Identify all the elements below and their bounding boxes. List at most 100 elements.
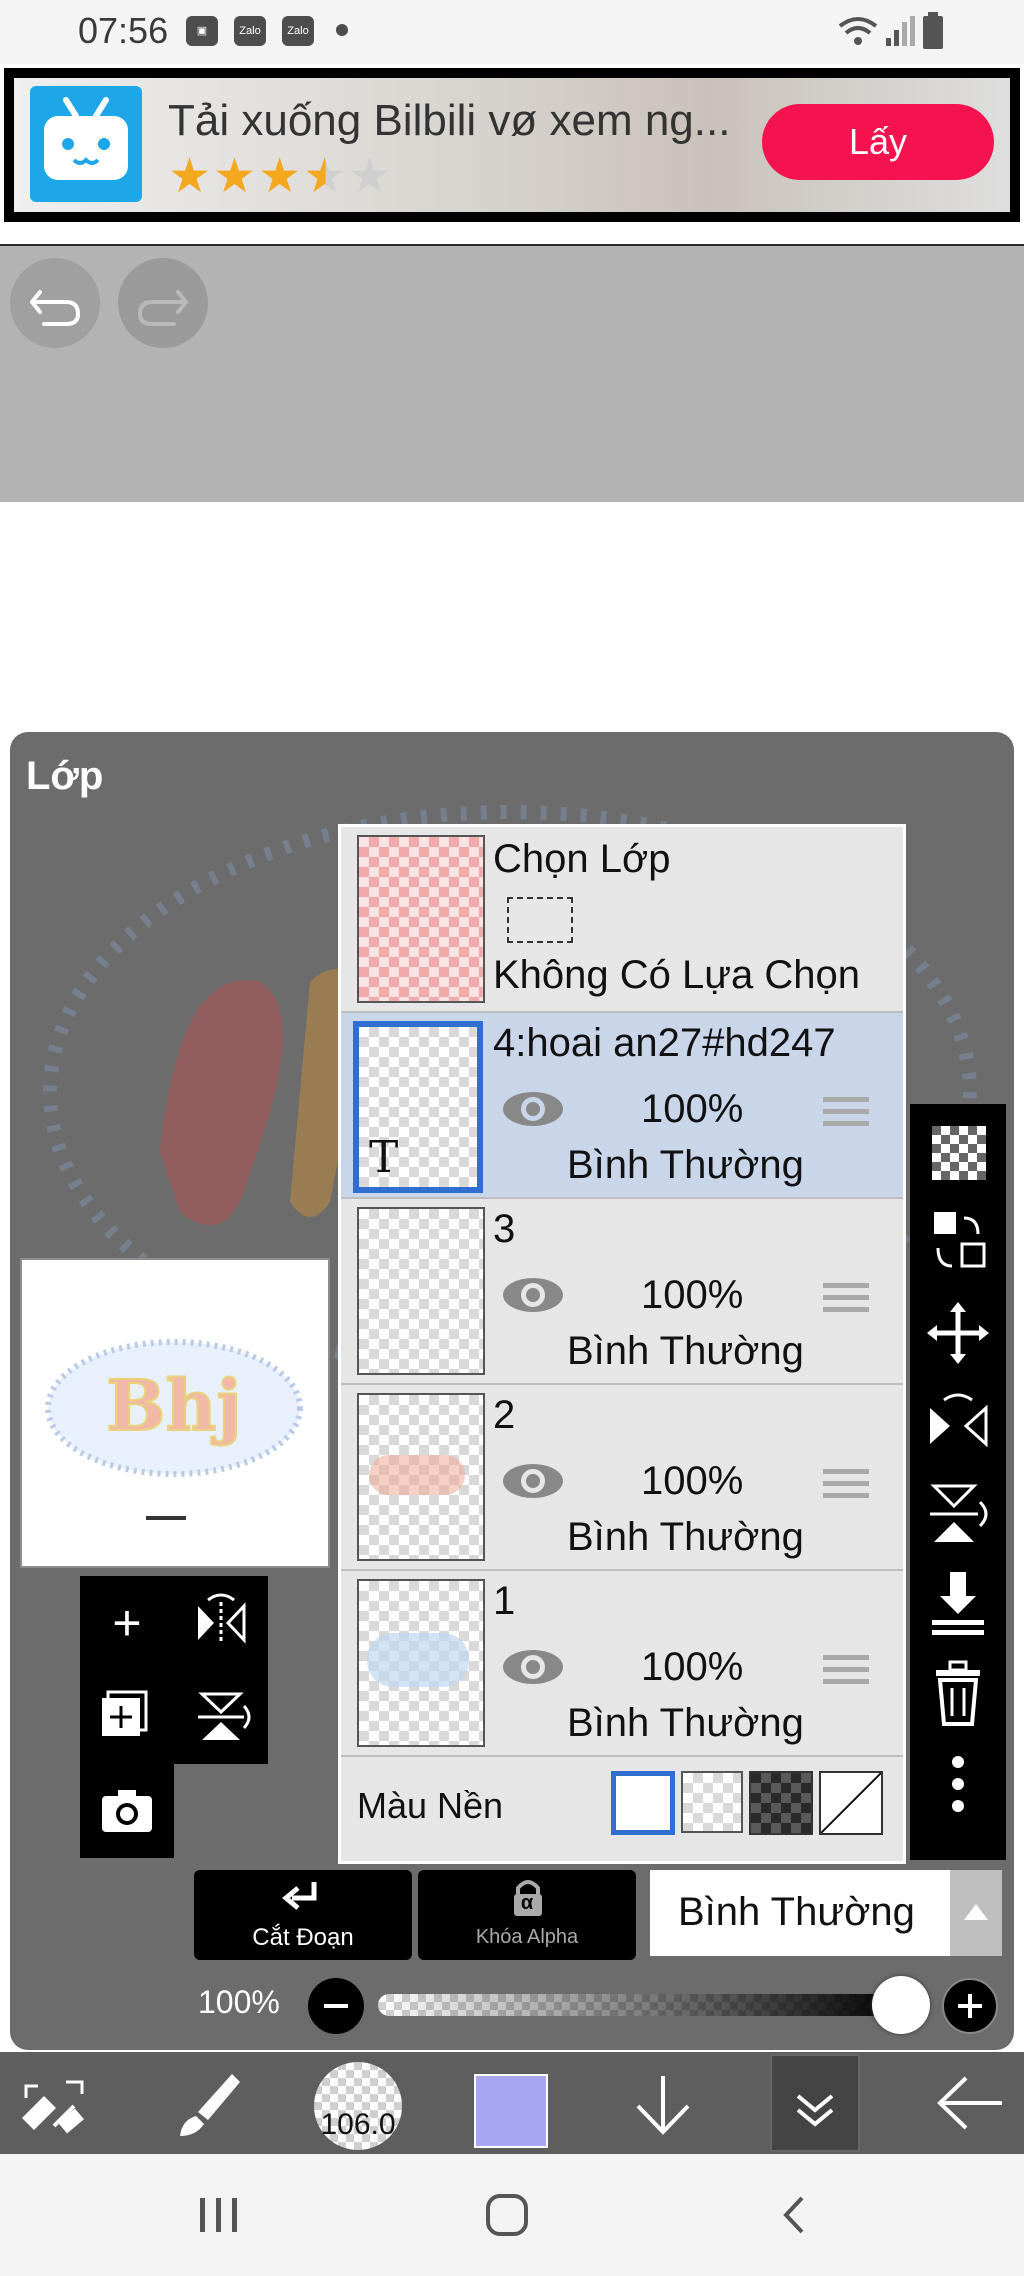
- brush-size-button[interactable]: 106.0: [314, 2062, 402, 2150]
- bg-white-option[interactable]: [611, 1771, 675, 1835]
- drag-handle-icon[interactable]: [823, 1655, 869, 1689]
- merge-down-icon: [932, 1572, 984, 1635]
- alpha-lock-button[interactable]: α Khóa Alpha: [418, 1870, 636, 1960]
- opacity-label: 100%: [198, 1984, 280, 2020]
- flip-vertical-button[interactable]: [174, 1670, 268, 1764]
- recent-apps-icon[interactable]: [196, 2194, 242, 2236]
- arrow-left-icon[interactable]: [932, 2068, 1008, 2138]
- camera-button[interactable]: [80, 1764, 174, 1858]
- redo-button[interactable]: [118, 258, 208, 348]
- visibility-eye-icon[interactable]: [501, 1647, 565, 1687]
- visibility-eye-icon[interactable]: [501, 1089, 565, 1129]
- layer-opacity: 100%: [641, 1273, 744, 1317]
- preview-art-text: Bhj: [106, 1364, 241, 1447]
- zalo-icon: Zalo: [282, 16, 314, 46]
- opacity-slider-thumb[interactable]: [872, 1976, 930, 2034]
- drag-handle-icon[interactable]: [823, 1283, 869, 1317]
- add-layer-copy-button[interactable]: [80, 1670, 174, 1764]
- visibility-eye-icon[interactable]: [501, 1275, 565, 1315]
- transparent-fill-button[interactable]: [910, 1108, 1006, 1198]
- layer-name: 4:hoai an27#hd247: [493, 1021, 836, 1065]
- drag-handle-icon[interactable]: [823, 1097, 869, 1131]
- blend-mode-value: Bình Thường: [678, 1890, 915, 1934]
- layer-list: Chọn Lớp Không Có Lựa Chọn T 4:hoai an27…: [338, 824, 906, 1864]
- blend-mode-select[interactable]: Bình Thường: [650, 1870, 950, 1956]
- layer-thumbnail: [357, 1579, 485, 1747]
- layer-panel-title: Lớp: [26, 754, 104, 798]
- undo-button[interactable]: [10, 258, 100, 348]
- background-color-row: Màu Nền: [341, 1757, 903, 1861]
- layer-blend-mode: Bình Thường: [567, 1143, 804, 1187]
- system-nav-bar: [0, 2154, 1024, 2276]
- drag-handle-icon[interactable]: [823, 1469, 869, 1503]
- arrow-down-icon[interactable]: [628, 2066, 698, 2142]
- layer-left-tools: +: [80, 1576, 268, 1764]
- move-arrows-icon: [927, 1302, 989, 1364]
- back-icon[interactable]: [776, 2192, 812, 2238]
- gallery-icon: ▣: [186, 16, 218, 46]
- selection-layer-row[interactable]: Chọn Lớp Không Có Lựa Chọn: [341, 827, 903, 1013]
- bilibili-app-icon[interactable]: [30, 86, 142, 202]
- move-button[interactable]: [910, 1288, 1006, 1378]
- battery-icon: [923, 12, 943, 49]
- layer-blend-mode: Bình Thường: [567, 1701, 804, 1745]
- chevron-up-icon: [964, 1904, 988, 1920]
- layer-row[interactable]: 1 100% Bình Thường: [341, 1571, 903, 1757]
- flip-horizontal-layer-button[interactable]: [910, 1378, 1006, 1468]
- home-icon[interactable]: [484, 2192, 530, 2238]
- selection-status: Không Có Lựa Chọn: [493, 953, 861, 997]
- layer-thumbnail: [357, 1207, 485, 1375]
- flip-vertical-icon: [198, 1692, 251, 1740]
- alpha-symbol: α: [520, 1892, 534, 1914]
- opacity-decrease-button[interactable]: [308, 1978, 364, 2034]
- camera-icon: [102, 1790, 152, 1832]
- convert-layer-button[interactable]: [910, 1198, 1006, 1288]
- layer-row[interactable]: T 4:hoai an27#hd247 100% Bình Thường: [341, 1013, 903, 1199]
- bg-transparent-option[interactable]: [681, 1771, 743, 1833]
- more-options-button[interactable]: [910, 1738, 1006, 1828]
- brush-icon[interactable]: [168, 2066, 248, 2142]
- bg-none-option[interactable]: [819, 1771, 883, 1835]
- layer-blend-mode: Bình Thường: [567, 1515, 804, 1559]
- layer-row[interactable]: 3 100% Bình Thường: [341, 1199, 903, 1385]
- opacity-slider-track[interactable]: [378, 1994, 902, 2016]
- status-time: 07:56: [78, 10, 169, 51]
- visibility-eye-icon[interactable]: [501, 1461, 565, 1501]
- add-copy-icon: [102, 1690, 148, 1736]
- ad-cta-button[interactable]: Lấy: [762, 104, 994, 180]
- bg-dark-option[interactable]: [749, 1771, 813, 1835]
- canvas-preview[interactable]: Bhj: [20, 1258, 330, 1568]
- status-bar: 07:56 ▣ Zalo Zalo: [0, 0, 1024, 64]
- clipping-button[interactable]: Cắt Đoạn: [194, 1870, 412, 1960]
- clipping-label: Cắt Đoạn: [252, 1924, 354, 1951]
- selection-marquee-icon: [507, 897, 573, 943]
- delete-layer-button[interactable]: [910, 1648, 1006, 1738]
- layer-row[interactable]: 2 100% Bình Thường: [341, 1385, 903, 1571]
- flip-horizontal-button[interactable]: [174, 1576, 268, 1670]
- minus-icon: [324, 2004, 348, 2008]
- flip-vertical-layer-button[interactable]: [910, 1468, 1006, 1558]
- selection-layer-title: Chọn Lớp: [493, 837, 671, 881]
- color-swatch[interactable]: [474, 2074, 548, 2148]
- opacity-increase-button[interactable]: [942, 1978, 998, 2034]
- layer-blend-mode: Bình Thường: [567, 1329, 804, 1373]
- flip-vertical-icon: [930, 1484, 988, 1542]
- tool-switch-icon[interactable]: [14, 2068, 94, 2140]
- redo-icon: [137, 290, 188, 326]
- add-layer-button[interactable]: +: [80, 1576, 174, 1670]
- clip-arrow-icon: [282, 1882, 317, 1910]
- layer-opacity: 100%: [641, 1087, 744, 1131]
- ad-title[interactable]: Tải xuống Bilbili vø xem ng...: [168, 96, 730, 146]
- signal-icon: [886, 16, 915, 46]
- layer-thumbnail: T: [353, 1021, 483, 1193]
- blend-mode-dropdown-button[interactable]: [950, 1870, 1002, 1956]
- layers-toggle-button[interactable]: [770, 2054, 860, 2152]
- trash-icon: [936, 1660, 980, 1726]
- layer-right-tools: [910, 1104, 1006, 1860]
- merge-down-button[interactable]: [910, 1558, 1006, 1648]
- more-vertical-icon: [952, 1756, 964, 1812]
- wifi-icon: [838, 17, 878, 45]
- layer-name: 1: [493, 1579, 516, 1623]
- convert-icon: [934, 1212, 986, 1268]
- double-chevron-down-icon: [796, 2094, 834, 2127]
